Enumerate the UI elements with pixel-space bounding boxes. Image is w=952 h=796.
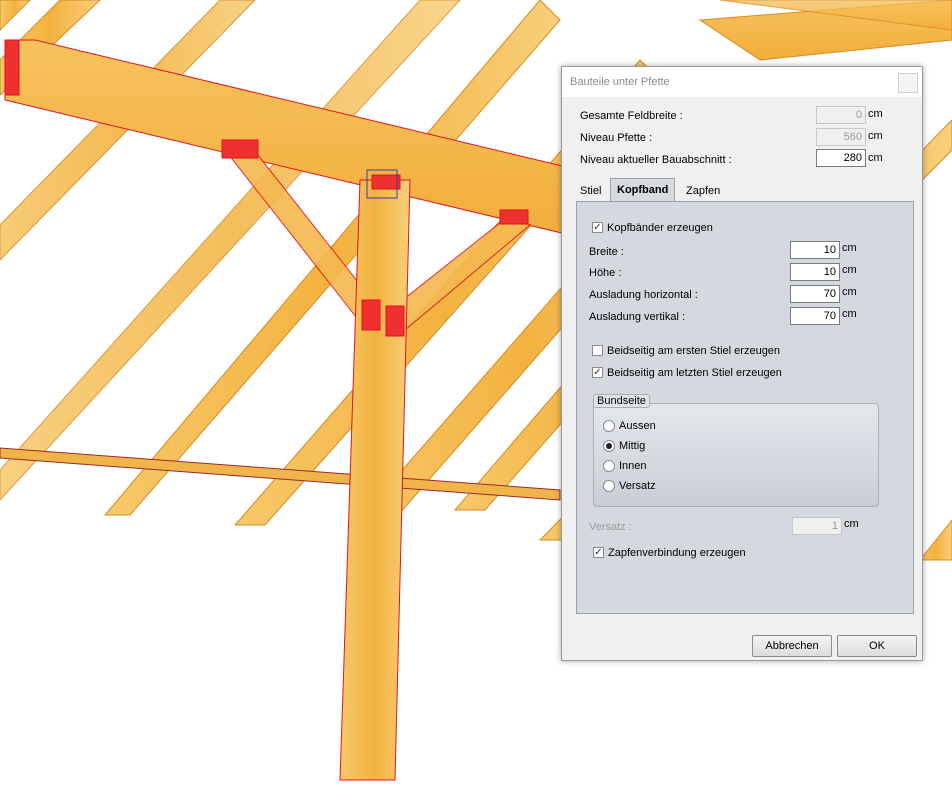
breite-field[interactable]: 10: [790, 241, 840, 259]
ok-button[interactable]: OK: [837, 635, 917, 657]
beidseitig-letzter-checkbox[interactable]: ✓: [592, 367, 603, 378]
ausladung-horizontal-unit: cm: [842, 286, 857, 298]
feldbreite-unit: cm: [868, 108, 883, 120]
tab-zapfen[interactable]: Zapfen: [680, 180, 726, 202]
hoehe-unit: cm: [842, 264, 857, 276]
radio-innen[interactable]: [603, 460, 615, 472]
niveau-bauabschnitt-unit: cm: [868, 152, 883, 164]
close-button[interactable]: [898, 73, 918, 93]
ausladung-horizontal-label: Ausladung horizontal :: [589, 289, 698, 301]
versatz-label: Versatz :: [589, 521, 632, 533]
post: [339, 179, 411, 781]
ausladung-vertikal-label: Ausladung vertikal :: [589, 311, 685, 323]
radio-mittig-label: Mittig: [619, 440, 646, 452]
versatz-unit: cm: [844, 518, 859, 530]
niveau-pfette-label: Niveau Pfette :: [580, 132, 653, 144]
dialog-title: Bauteile unter Pfette: [570, 76, 670, 88]
beidseitig-letzter-label: Beidseitig am letzten Stiel erzeugen: [607, 367, 782, 379]
kopfbaender-erzeugen-label: Kopfbänder erzeugen: [607, 222, 713, 234]
hoehe-field[interactable]: 10: [790, 263, 840, 281]
top-ridge-beams: [698, 0, 952, 61]
radio-aussen-label: Aussen: [619, 420, 656, 432]
tab-stiel[interactable]: Stiel: [574, 180, 607, 202]
niveau-bauabschnitt-label: Niveau aktueller Bauabschnitt :: [580, 154, 732, 166]
ausladung-horizontal-field[interactable]: 70: [790, 285, 840, 303]
radio-versatz[interactable]: [603, 480, 615, 492]
bauteile-dialog: Bauteile unter Pfette Gesamte Feldbreite…: [561, 66, 923, 661]
breite-unit: cm: [842, 242, 857, 254]
radio-aussen[interactable]: [603, 420, 615, 432]
zapfenverbindung-label: Zapfenverbindung erzeugen: [608, 547, 746, 559]
versatz-field: 1: [792, 517, 842, 535]
hoehe-label: Höhe :: [589, 267, 622, 279]
breite-label: Breite :: [589, 246, 624, 258]
zapfenverbindung-checkbox[interactable]: ✓: [593, 547, 604, 558]
feldbreite-field: 0: [816, 106, 866, 124]
beidseitig-erster-checkbox[interactable]: [592, 345, 603, 356]
tab-kopfband[interactable]: Kopfband: [610, 178, 676, 202]
niveau-pfette-unit: cm: [868, 130, 883, 142]
feldbreite-label: Gesamte Feldbreite :: [580, 110, 683, 122]
radio-innen-label: Innen: [619, 460, 647, 472]
bundseite-caption: Bundseite: [593, 394, 650, 408]
niveau-pfette-field: 560: [816, 128, 866, 146]
radio-mittig[interactable]: [603, 440, 615, 452]
niveau-bauabschnitt-field[interactable]: 280: [816, 149, 866, 167]
beidseitig-erster-label: Beidseitig am ersten Stiel erzeugen: [607, 345, 781, 357]
dialog-titlebar: Bauteile unter Pfette: [562, 67, 922, 97]
ausladung-vertikal-field[interactable]: 70: [790, 307, 840, 325]
radio-versatz-label: Versatz: [619, 480, 656, 492]
cancel-button[interactable]: Abbrechen: [752, 635, 832, 657]
ausladung-vertikal-unit: cm: [842, 308, 857, 320]
kopfbaender-erzeugen-checkbox[interactable]: ✓: [592, 222, 603, 233]
